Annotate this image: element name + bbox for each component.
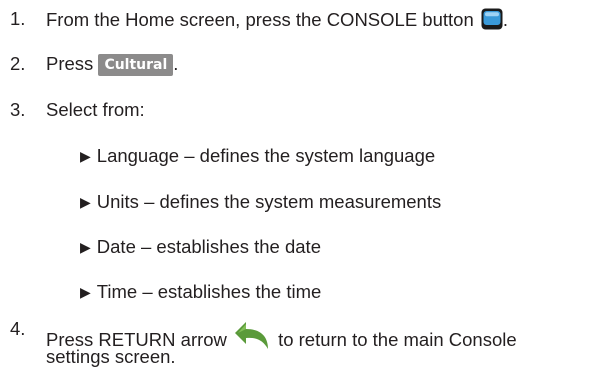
return-arrow-icon	[232, 318, 278, 358]
right-triangle-bullet-icon: ▶	[80, 148, 91, 164]
step-number: 3.	[10, 99, 26, 120]
step-number: 4.	[10, 318, 26, 339]
step-text-end: .	[173, 53, 179, 74]
option-text: Language – defines the system language	[96, 145, 436, 166]
step-number: 1.	[10, 8, 26, 29]
step-number: 2.	[10, 53, 26, 74]
step-text-end: to return to the main Console	[278, 329, 517, 350]
step-text: From the Home screen, press the CONSOLE …	[46, 9, 474, 30]
cultural-button: Cultural	[98, 54, 174, 76]
option-text: Units – defines the system measurements	[96, 191, 442, 212]
right-triangle-bullet-icon: ▶	[80, 194, 91, 210]
step-text: Select from:	[46, 99, 145, 120]
step-text-end: .	[502, 9, 509, 30]
option-text: Date – establishes the date	[96, 236, 321, 257]
step-text: settings screen.	[46, 346, 176, 367]
right-triangle-bullet-icon: ▶	[80, 284, 91, 300]
console-button-icon	[481, 8, 503, 30]
option-text: Time – establishes the time	[96, 281, 322, 302]
step-text: Press	[46, 53, 94, 74]
right-triangle-bullet-icon: ▶	[80, 239, 91, 255]
